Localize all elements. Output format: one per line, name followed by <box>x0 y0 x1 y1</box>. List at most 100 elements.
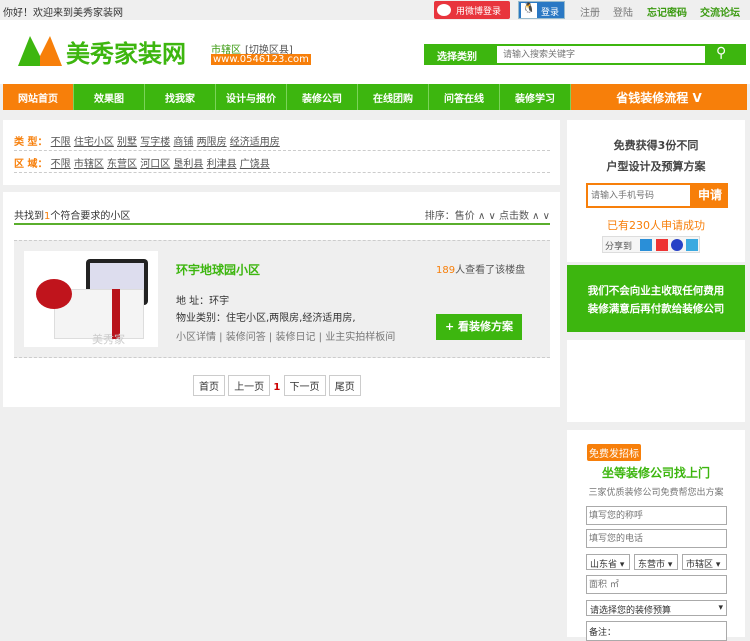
listing-type: 物业类别：住宅小区,两限房,经济适用房, <box>176 313 356 324</box>
free-design-line2: 户型设计及预算方案 <box>606 160 706 173</box>
search-bar: 选择类别 ⚲ <box>424 44 746 65</box>
nav-find-home[interactable]: 找我家 <box>145 84 216 110</box>
pagination: 首页 上一页 1 下一页 尾页 <box>193 375 361 396</box>
type-any[interactable]: 不限 <box>51 137 71 148</box>
top-bar: 你好！欢迎来到美秀家装网 用微博登录 🐧 登录 注册 登陆 忘记密码 交流论坛 <box>0 0 750 20</box>
filter-panel: 类 型： 不限 住宅小区 别墅 写字楼 商铺 两限房 经济适用房 区 域： 不限… <box>3 120 560 185</box>
page-next[interactable]: 下一页 <box>283 375 326 396</box>
note-field[interactable]: 备注： <box>586 621 727 641</box>
listing-views: 189人查看了该楼盘 <box>436 265 526 276</box>
no-fee-line1: 我们不会向业主收取任何费用 <box>587 285 725 297</box>
link-details[interactable]: 小区详情 <box>176 332 216 343</box>
area-hekou[interactable]: 河口区 <box>140 159 170 170</box>
forum-link[interactable]: 交流论坛 <box>700 4 740 19</box>
register-link[interactable]: 注册 <box>580 4 600 19</box>
page-last[interactable]: 尾页 <box>328 375 361 396</box>
type-label: 类 型： <box>14 137 48 148</box>
listing-item: 美秀家 环宇地球园小区 189人查看了该楼盘 地 址：环宇 物业类别：住宅小区,… <box>14 240 550 358</box>
qq-icon: 🐧 <box>521 3 537 18</box>
area-dongying[interactable]: 东营区 <box>107 159 137 170</box>
sort-clicks-desc[interactable]: ∨ <box>543 211 550 222</box>
free-tender-badge: 免费发招标 <box>587 444 641 461</box>
type-shop[interactable]: 商铺 <box>173 137 193 148</box>
apply-button[interactable]: 申请 <box>692 183 728 208</box>
welcome-text: 你好！欢迎来到美秀家装网 <box>3 8 123 19</box>
link-diary[interactable]: 装修日记 <box>275 332 315 343</box>
sort-clicks-asc[interactable]: ∧ <box>532 211 539 222</box>
qq-login-button[interactable]: 🐧 登录 <box>518 1 565 19</box>
share-label: 分享到 <box>605 242 633 252</box>
no-fee-line2: 装修满意后再付款给装修公司 <box>587 303 725 315</box>
area-kenli[interactable]: 垦利县 <box>173 159 203 170</box>
nav-learning[interactable]: 装修学习 <box>500 84 571 110</box>
type-residential[interactable]: 住宅小区 <box>74 137 114 148</box>
login-link[interactable]: 登陆 <box>613 4 633 19</box>
category-select[interactable]: 选择类别 <box>437 48 477 63</box>
listing-image[interactable]: 美秀家 <box>24 251 158 347</box>
area-lijin[interactable]: 利津县 <box>207 159 237 170</box>
listing-links: 小区详情 | 装修问答 | 装修日记 | 业主实拍样板间 <box>176 332 396 343</box>
name-input[interactable] <box>586 506 727 525</box>
area-input[interactable] <box>586 575 727 594</box>
logo-icon <box>18 36 62 66</box>
city-select[interactable]: 东营市 ▾ <box>634 554 678 570</box>
sort-controls: 排序：售价 ∧ ∨ 点击数 ∧ ∨ <box>424 211 550 222</box>
nav-savings-process[interactable]: 省钱装修流程 V <box>571 84 747 110</box>
listing-address: 地 址：环宇 <box>176 296 230 307</box>
type-affordable[interactable]: 经济适用房 <box>230 137 280 148</box>
sort-price-asc[interactable]: ∧ <box>478 211 485 222</box>
page-first[interactable]: 首页 <box>193 375 225 396</box>
weibo-share-icon[interactable] <box>656 239 668 251</box>
area-any[interactable]: 不限 <box>51 159 71 170</box>
page-current: 1 <box>273 382 281 393</box>
search-input[interactable] <box>497 46 705 63</box>
view-plan-button[interactable]: + 看装修方案 <box>436 314 522 340</box>
nav-companies[interactable]: 装修公司 <box>287 84 358 110</box>
baidu-share-icon[interactable] <box>671 239 683 251</box>
search-icon[interactable]: ⚲ <box>716 45 726 61</box>
province-select[interactable]: 山东省 ▾ <box>586 554 630 570</box>
site-url: www.0546123.com <box>211 54 311 65</box>
tender-title: 坐等装修公司找上门 <box>601 466 710 480</box>
free-design-panel: 免费获得3份不同 户型设计及预算方案 申请 已有230人申请成功 分享到 <box>567 120 745 262</box>
area-label: 区 域： <box>14 159 48 170</box>
results-panel: 共找到1个符合要求的小区 排序：售价 ∧ ∨ 点击数 ∧ ∨ 美秀家 环宇地球园… <box>3 192 560 407</box>
area-guangrao[interactable]: 广饶县 <box>240 159 270 170</box>
page-prev[interactable]: 上一页 <box>228 375 271 396</box>
main-nav: 网站首页 效果图 找我家 设计与报价 装修公司 在线团购 问答在线 装修学习 省… <box>3 84 747 110</box>
header: 美秀家装网 市辖区 [切换区县] www.0546123.com 选择类别 ⚲ <box>0 20 750 84</box>
district-select[interactable]: 市辖区 ▾ <box>682 554 727 570</box>
link-photos[interactable]: 业主实拍样板间 <box>325 332 395 343</box>
phone-field[interactable] <box>586 529 727 548</box>
nav-gallery[interactable]: 效果图 <box>74 84 145 110</box>
budget-select[interactable]: 请选择您的装修预算 ▾ <box>586 600 727 616</box>
forgot-password-link[interactable]: 忘记密码 <box>647 4 687 19</box>
free-design-line1: 免费获得3份不同 <box>613 139 699 152</box>
area-shixia[interactable]: 市辖区 <box>74 159 104 170</box>
weibo-login-button[interactable]: 用微博登录 <box>434 1 510 19</box>
type-office[interactable]: 写字楼 <box>140 137 170 148</box>
results-count: 共找到1个符合要求的小区 <box>14 211 131 222</box>
apply-count: 已有230人申请成功 <box>607 219 705 232</box>
no-fee-banner: 我们不会向业主收取任何费用 装修满意后再付款给装修公司 <box>567 265 745 332</box>
link-qa[interactable]: 装修问答 <box>226 332 266 343</box>
nav-design-quote[interactable]: 设计与报价 <box>216 84 287 110</box>
tender-subtitle: 三家优质装修公司免费帮您出方案 <box>588 488 724 498</box>
logo-text[interactable]: 美秀家装网 <box>66 34 186 69</box>
nav-qa[interactable]: 问答在线 <box>429 84 500 110</box>
nav-home[interactable]: 网站首页 <box>3 84 74 110</box>
type-limited[interactable]: 两限房 <box>197 137 227 148</box>
weibo-icon <box>437 4 451 16</box>
qq-login-label: 登录 <box>541 8 560 18</box>
qzone-share-icon[interactable] <box>640 239 652 251</box>
listing-name[interactable]: 环宇地球园小区 <box>176 261 260 278</box>
type-villa[interactable]: 别墅 <box>117 137 137 148</box>
phone-input[interactable] <box>586 183 692 208</box>
ad-panel <box>567 340 745 422</box>
pengyou-share-icon[interactable] <box>686 239 698 251</box>
share-bar: 分享到 <box>602 236 700 253</box>
weibo-login-label: 用微博登录 <box>456 7 502 17</box>
image-watermark: 美秀家 <box>92 333 125 346</box>
nav-group-buy[interactable]: 在线团购 <box>358 84 429 110</box>
sort-price-desc[interactable]: ∨ <box>488 211 495 222</box>
